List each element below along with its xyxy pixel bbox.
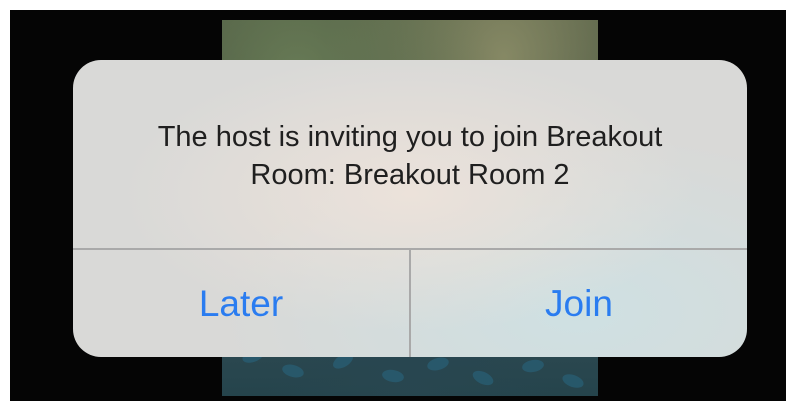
video-texture [280, 362, 306, 380]
video-texture [470, 367, 496, 389]
breakout-room-invite-dialog: The host is inviting you to join Breakou… [73, 60, 747, 357]
dialog-message: The host is inviting you to join Breakou… [93, 118, 727, 194]
dialog-message-line-2: Room: Breakout Room 2 [250, 159, 570, 191]
join-button[interactable]: Join [411, 250, 747, 357]
video-texture [381, 368, 405, 384]
video-texture [425, 355, 451, 373]
video-texture [521, 358, 545, 374]
dialog-message-line-1: The host is inviting you to join Breakou… [157, 121, 663, 153]
video-texture [560, 371, 586, 391]
later-button[interactable]: Later [73, 250, 409, 357]
meeting-screen: The host is inviting you to join Breakou… [10, 10, 786, 401]
